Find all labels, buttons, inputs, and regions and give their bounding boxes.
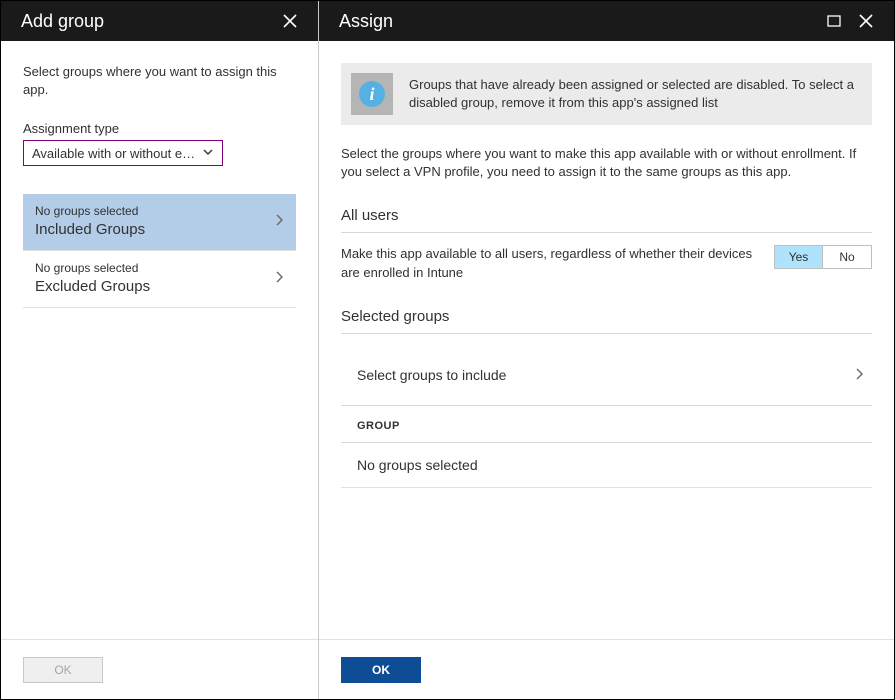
right-description: Select the groups where you want to make… xyxy=(341,145,872,181)
close-icon[interactable] xyxy=(850,5,882,37)
group-column-header: GROUP xyxy=(341,406,872,443)
assignment-type-value: Available with or without enro... xyxy=(32,146,202,161)
toggle-yes[interactable]: Yes xyxy=(775,246,823,268)
chevron-right-icon xyxy=(854,366,864,385)
left-ok-button[interactable]: OK xyxy=(23,657,103,683)
select-groups-label: Select groups to include xyxy=(357,367,854,383)
info-banner: i Groups that have already been assigned… xyxy=(341,63,872,125)
excluded-groups-row[interactable]: No groups selected Excluded Groups xyxy=(23,251,296,308)
right-header: Assign xyxy=(319,1,894,41)
info-banner-text: Groups that have already been assigned o… xyxy=(409,76,858,112)
add-group-panel: Add group Select groups where you want t… xyxy=(1,1,319,699)
chevron-down-icon xyxy=(202,146,214,161)
chevron-right-icon xyxy=(274,270,284,287)
right-panel-title: Assign xyxy=(339,11,818,32)
included-groups-row[interactable]: No groups selected Included Groups xyxy=(23,194,296,251)
left-description: Select groups where you want to assign t… xyxy=(23,63,296,99)
list-row-sub: No groups selected xyxy=(35,204,274,218)
all-users-toggle[interactable]: Yes No xyxy=(774,245,872,269)
select-groups-row[interactable]: Select groups to include xyxy=(341,346,872,406)
divider xyxy=(341,232,872,233)
chevron-right-icon xyxy=(274,213,284,230)
assignment-type-dropdown[interactable]: Available with or without enro... xyxy=(23,140,223,166)
assignment-type-label: Assignment type xyxy=(23,121,296,136)
all-users-description: Make this app available to all users, re… xyxy=(341,245,754,281)
left-header: Add group xyxy=(1,1,318,41)
maximize-icon[interactable] xyxy=(818,5,850,37)
list-row-sub: No groups selected xyxy=(35,261,274,275)
no-groups-row: No groups selected xyxy=(341,443,872,488)
left-panel-title: Add group xyxy=(21,11,274,32)
close-icon[interactable] xyxy=(274,5,306,37)
toggle-no[interactable]: No xyxy=(823,246,871,268)
right-ok-button[interactable]: OK xyxy=(341,657,421,683)
all-users-heading: All users xyxy=(341,207,872,224)
selected-groups-heading: Selected groups xyxy=(341,308,872,325)
list-row-main: Included Groups xyxy=(35,221,274,238)
info-icon: i xyxy=(351,73,393,115)
divider xyxy=(341,333,872,334)
list-row-main: Excluded Groups xyxy=(35,278,274,295)
assign-panel: Assign i Groups that have already been a… xyxy=(319,1,894,699)
